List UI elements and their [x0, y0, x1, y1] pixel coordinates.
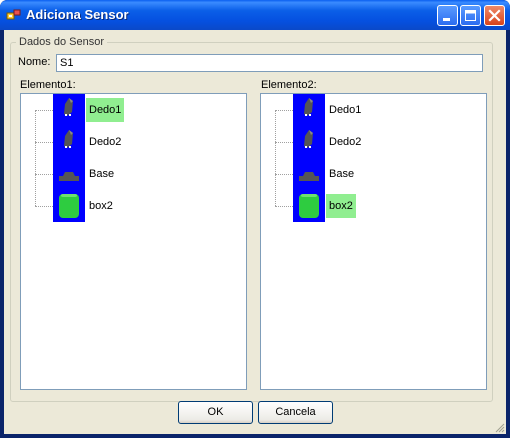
elemento2-label: Elemento2:	[261, 79, 317, 91]
dialog-client-area: Dados do Sensor Nome: Elemento1: Element…	[4, 30, 506, 434]
elemento2-tree[interactable]: Dedo1 Dedo2 Base box2	[260, 93, 487, 390]
window-title: Adiciona Sensor	[26, 7, 129, 22]
tree-node[interactable]: box2	[261, 190, 481, 222]
finger-icon	[53, 126, 85, 158]
elemento1-tree[interactable]: Dedo1 Dedo2 Base box2	[20, 93, 247, 390]
tree-node-label[interactable]: box2	[326, 194, 356, 218]
maximize-button[interactable]	[460, 5, 481, 26]
tree-branch-line	[275, 110, 293, 111]
finger-icon	[293, 94, 325, 126]
tree-branch-line	[275, 206, 293, 207]
tree-node[interactable]: box2	[21, 190, 241, 222]
finger-icon	[53, 94, 85, 126]
nome-input[interactable]	[56, 54, 483, 72]
tree-node-label[interactable]: Base	[86, 162, 117, 186]
ok-button[interactable]: OK	[178, 401, 253, 424]
tree-branch-line	[275, 174, 293, 175]
base-icon	[293, 158, 325, 190]
maximize-icon	[465, 10, 476, 21]
close-button[interactable]	[484, 5, 505, 26]
tree-node[interactable]: Dedo1	[21, 94, 241, 126]
tree-node[interactable]: Dedo2	[21, 126, 241, 158]
close-icon	[488, 9, 501, 22]
tree-node-label[interactable]: Dedo2	[326, 130, 364, 154]
cylinder-icon	[293, 190, 325, 222]
minimize-icon	[443, 18, 450, 21]
tree-branch-line	[35, 174, 53, 175]
elemento1-label: Elemento1:	[20, 79, 76, 91]
dialog-window: Adiciona Sensor Dados do Sensor Nome: El…	[0, 0, 510, 438]
minimize-button[interactable]	[437, 5, 458, 26]
base-icon	[53, 158, 85, 190]
tree-node[interactable]: Base	[21, 158, 241, 190]
title-bar[interactable]: Adiciona Sensor	[0, 0, 510, 30]
tree-node-label[interactable]: Dedo1	[326, 98, 364, 122]
resize-grip-icon[interactable]	[493, 421, 505, 433]
cylinder-icon	[53, 190, 85, 222]
tree-branch-line	[35, 206, 53, 207]
app-icon	[6, 9, 21, 20]
tree-node-label[interactable]: Base	[326, 162, 357, 186]
group-legend: Dados do Sensor	[16, 36, 107, 48]
tree-node-label[interactable]: Dedo2	[86, 130, 124, 154]
nome-label: Nome:	[18, 56, 51, 68]
tree-branch-line	[275, 142, 293, 143]
tree-node[interactable]: Base	[261, 158, 481, 190]
tree-branch-line	[35, 110, 53, 111]
tree-node[interactable]: Dedo2	[261, 126, 481, 158]
tree-node-label[interactable]: box2	[86, 194, 116, 218]
finger-icon	[293, 126, 325, 158]
cancel-button[interactable]: Cancela	[258, 401, 333, 424]
tree-node[interactable]: Dedo1	[261, 94, 481, 126]
tree-node-label[interactable]: Dedo1	[86, 98, 125, 122]
tree-branch-line	[35, 142, 53, 143]
